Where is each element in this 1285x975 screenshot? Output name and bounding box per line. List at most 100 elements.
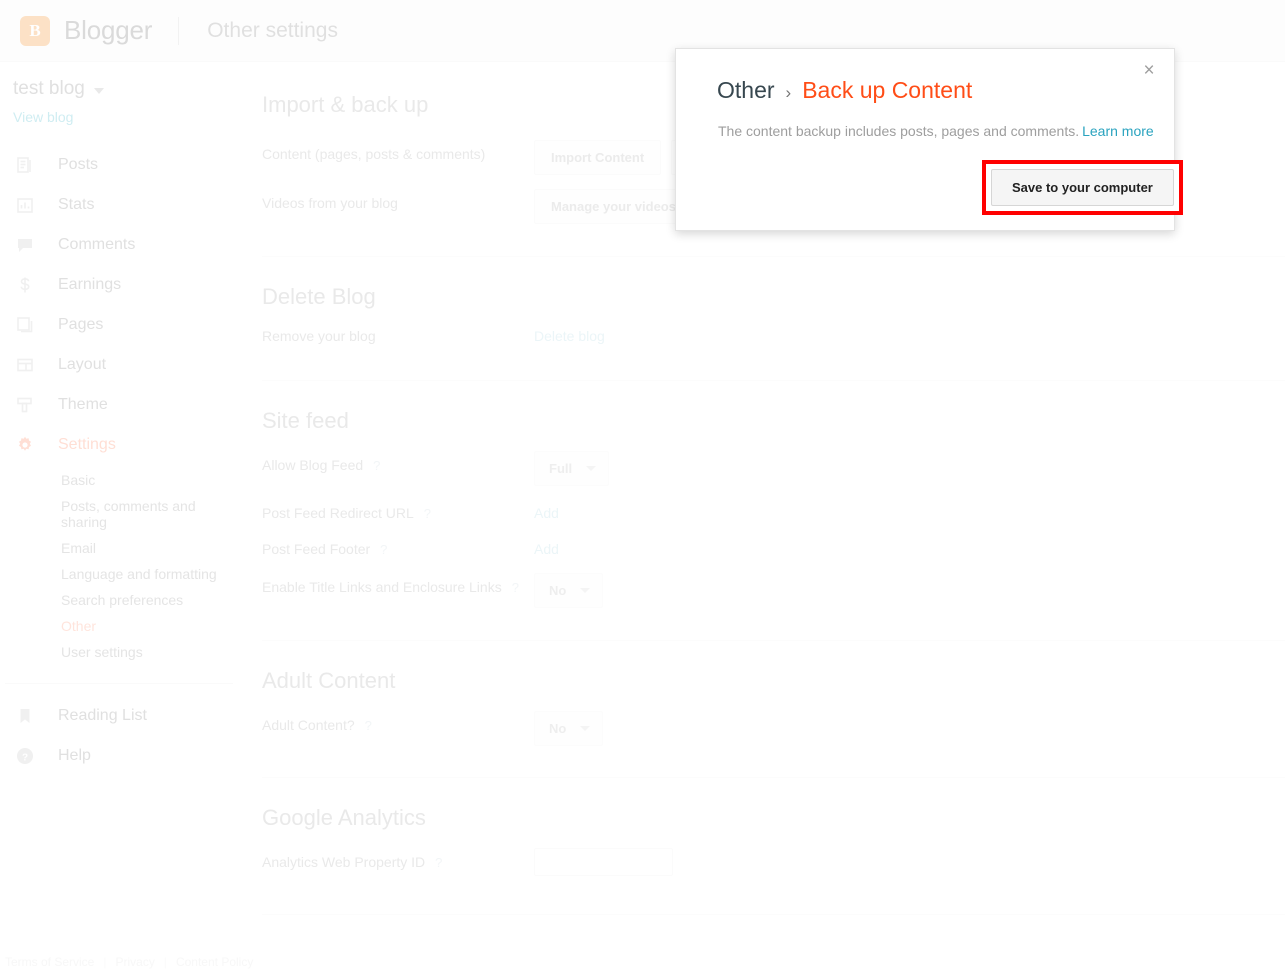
row-controls: Manage your videos bbox=[534, 189, 693, 224]
sidebar-item-posts[interactable]: Posts bbox=[0, 145, 234, 185]
blogger-logo-icon: B bbox=[20, 15, 50, 46]
sidebar-subitem-other[interactable]: Other bbox=[0, 613, 234, 639]
row-controls: Delete blog bbox=[534, 328, 605, 344]
sidebar-item-earnings[interactable]: Earnings bbox=[0, 265, 234, 305]
row-enable-title-links: Enable Title Links and Enclosure Links ?… bbox=[262, 573, 1285, 621]
section-site-feed: Site feed Allow Blog Feed ? Full Post Fe… bbox=[262, 381, 1285, 621]
allow-blog-feed-select[interactable]: Full bbox=[534, 451, 610, 486]
sidebar-item-label: Theme bbox=[58, 396, 108, 413]
help-icon[interactable]: ? bbox=[365, 718, 372, 733]
sidebar-item-theme[interactable]: Theme bbox=[0, 385, 234, 425]
row-label: Post Feed Redirect URL ? bbox=[262, 499, 534, 521]
gear-icon bbox=[14, 434, 36, 456]
row-label: Allow Blog Feed ? bbox=[262, 451, 534, 473]
help-icon[interactable]: ? bbox=[380, 542, 387, 557]
sidebar-subitem-email[interactable]: Email bbox=[0, 535, 234, 561]
sidebar-item-label: Posts bbox=[58, 156, 99, 173]
theme-icon bbox=[14, 394, 36, 416]
close-icon[interactable]: × bbox=[1137, 58, 1161, 82]
section-google-analytics: Google Analytics Analytics Web Property … bbox=[262, 778, 1285, 896]
row-label: Adult Content? ? bbox=[262, 711, 534, 733]
comments-icon bbox=[14, 234, 36, 256]
posts-icon bbox=[14, 154, 36, 176]
row-label-text: Analytics Web Property ID bbox=[262, 854, 426, 870]
sidebar-subitem-language-and-formatting[interactable]: Language and formatting bbox=[0, 561, 234, 587]
adult-content-select[interactable]: No bbox=[534, 711, 604, 746]
topbar-divider bbox=[178, 16, 180, 45]
row-post-feed-redirect-url: Post Feed Redirect URL ? Add bbox=[262, 499, 1285, 535]
row-label: Remove your blog bbox=[262, 328, 376, 344]
privacy-link[interactable]: Privacy bbox=[115, 955, 154, 969]
section-heading: Adult Content bbox=[262, 668, 396, 693]
sidebar-subitem-user-settings[interactable]: User settings bbox=[0, 639, 234, 665]
sidebar-item-label: Earnings bbox=[58, 276, 122, 293]
sidebar-item-label: Pages bbox=[58, 316, 104, 333]
blog-selector[interactable]: test blog bbox=[0, 76, 234, 102]
row-controls: Add bbox=[534, 535, 559, 557]
row-controls: No bbox=[534, 573, 604, 608]
terms-of-service-link[interactable]: Terms of Service bbox=[5, 955, 94, 969]
analytics-web-property-id-input[interactable] bbox=[534, 848, 673, 876]
sidebar-item-stats[interactable]: Stats bbox=[0, 185, 234, 225]
chevron-down-icon bbox=[586, 466, 597, 471]
select-value: No bbox=[549, 583, 567, 598]
row-controls: No bbox=[534, 711, 604, 746]
sidebar-item-settings[interactable]: Settings bbox=[0, 425, 234, 465]
sidebar-subitem-posts-comments-sharing[interactable]: Posts, comments and sharing bbox=[0, 493, 234, 535]
import-content-button[interactable]: Import Content bbox=[534, 140, 662, 175]
sidebar-item-help[interactable]: ? Help bbox=[0, 736, 234, 776]
view-blog-link[interactable]: View blog bbox=[0, 109, 234, 125]
save-to-your-computer-button[interactable]: Save to your computer bbox=[991, 169, 1174, 206]
row-controls: Add bbox=[534, 499, 559, 521]
sidebar-subitem-search-preferences[interactable]: Search preferences bbox=[0, 587, 234, 613]
post-feed-footer-add-link[interactable]: Add bbox=[534, 535, 559, 557]
post-feed-redirect-url-add-link[interactable]: Add bbox=[534, 499, 559, 521]
select-value: Full bbox=[549, 461, 573, 476]
sidebar-item-pages[interactable]: Pages bbox=[0, 305, 234, 345]
help-icon[interactable]: ? bbox=[435, 855, 442, 870]
dialog-actions: Save to your computer bbox=[982, 160, 1183, 215]
sidebar-subitem-basic[interactable]: Basic bbox=[0, 467, 234, 493]
row-analytics-web-property-id: Analytics Web Property ID ? bbox=[262, 848, 1285, 896]
chevron-down-icon bbox=[580, 726, 591, 731]
help-icon[interactable]: ? bbox=[424, 506, 431, 521]
sidebar-item-comments[interactable]: Comments bbox=[0, 225, 234, 265]
highlight-annotation: Save to your computer bbox=[982, 160, 1183, 215]
row-label: Enable Title Links and Enclosure Links ? bbox=[262, 573, 534, 595]
row-label: Post Feed Footer ? bbox=[262, 535, 534, 557]
content-policy-link[interactable]: Content Policy bbox=[176, 955, 253, 969]
select-value: No bbox=[549, 721, 567, 736]
sidebar-nav: Posts Stats Comments Earnings Pages Layo… bbox=[0, 145, 234, 665]
section-heading: Delete Blog bbox=[262, 284, 376, 309]
dialog-description-text: The content backup includes posts, pages… bbox=[718, 123, 1080, 139]
row-label: Analytics Web Property ID ? bbox=[262, 848, 534, 870]
row-label-text: Post Feed Redirect URL bbox=[262, 505, 414, 521]
sidebar-item-label: Reading List bbox=[58, 707, 147, 724]
sidebar-item-reading-list[interactable]: Reading List bbox=[0, 696, 234, 736]
footer-separator: | bbox=[103, 955, 107, 969]
sidebar-item-label: Stats bbox=[58, 196, 95, 213]
delete-blog-link[interactable]: Delete blog bbox=[534, 328, 605, 344]
help-icon[interactable]: ? bbox=[373, 458, 380, 473]
row-remove-blog: Remove your blog Delete blog bbox=[262, 328, 1285, 358]
row-label-text: Enable Title Links and Enclosure Links bbox=[262, 579, 502, 595]
enable-title-links-select[interactable]: No bbox=[534, 573, 604, 608]
row-post-feed-footer: Post Feed Footer ? Add bbox=[262, 535, 1285, 571]
sidebar-item-layout[interactable]: Layout bbox=[0, 345, 234, 385]
learn-more-link[interactable]: Learn more bbox=[1082, 123, 1154, 139]
row-label-text: Post Feed Footer bbox=[262, 541, 371, 557]
row-label-text: Allow Blog Feed bbox=[262, 457, 364, 473]
row-controls bbox=[534, 848, 673, 876]
sidebar-divider bbox=[5, 683, 233, 684]
help-circle-icon: ? bbox=[14, 745, 36, 767]
sidebar-nav-bottom: Reading List ? Help bbox=[0, 696, 234, 776]
brand[interactable]: B Blogger bbox=[20, 15, 152, 46]
manage-your-videos-button[interactable]: Manage your videos bbox=[534, 189, 693, 224]
help-icon[interactable]: ? bbox=[512, 580, 519, 595]
breadcrumb-root: Other bbox=[717, 77, 775, 103]
row-label-text: Adult Content? bbox=[262, 717, 355, 733]
sidebar-item-label: Settings bbox=[58, 436, 116, 453]
chevron-down-icon bbox=[580, 588, 591, 593]
bookmark-icon bbox=[14, 705, 36, 727]
page-footer: Terms of Service | Privacy | Content Pol… bbox=[5, 949, 253, 975]
